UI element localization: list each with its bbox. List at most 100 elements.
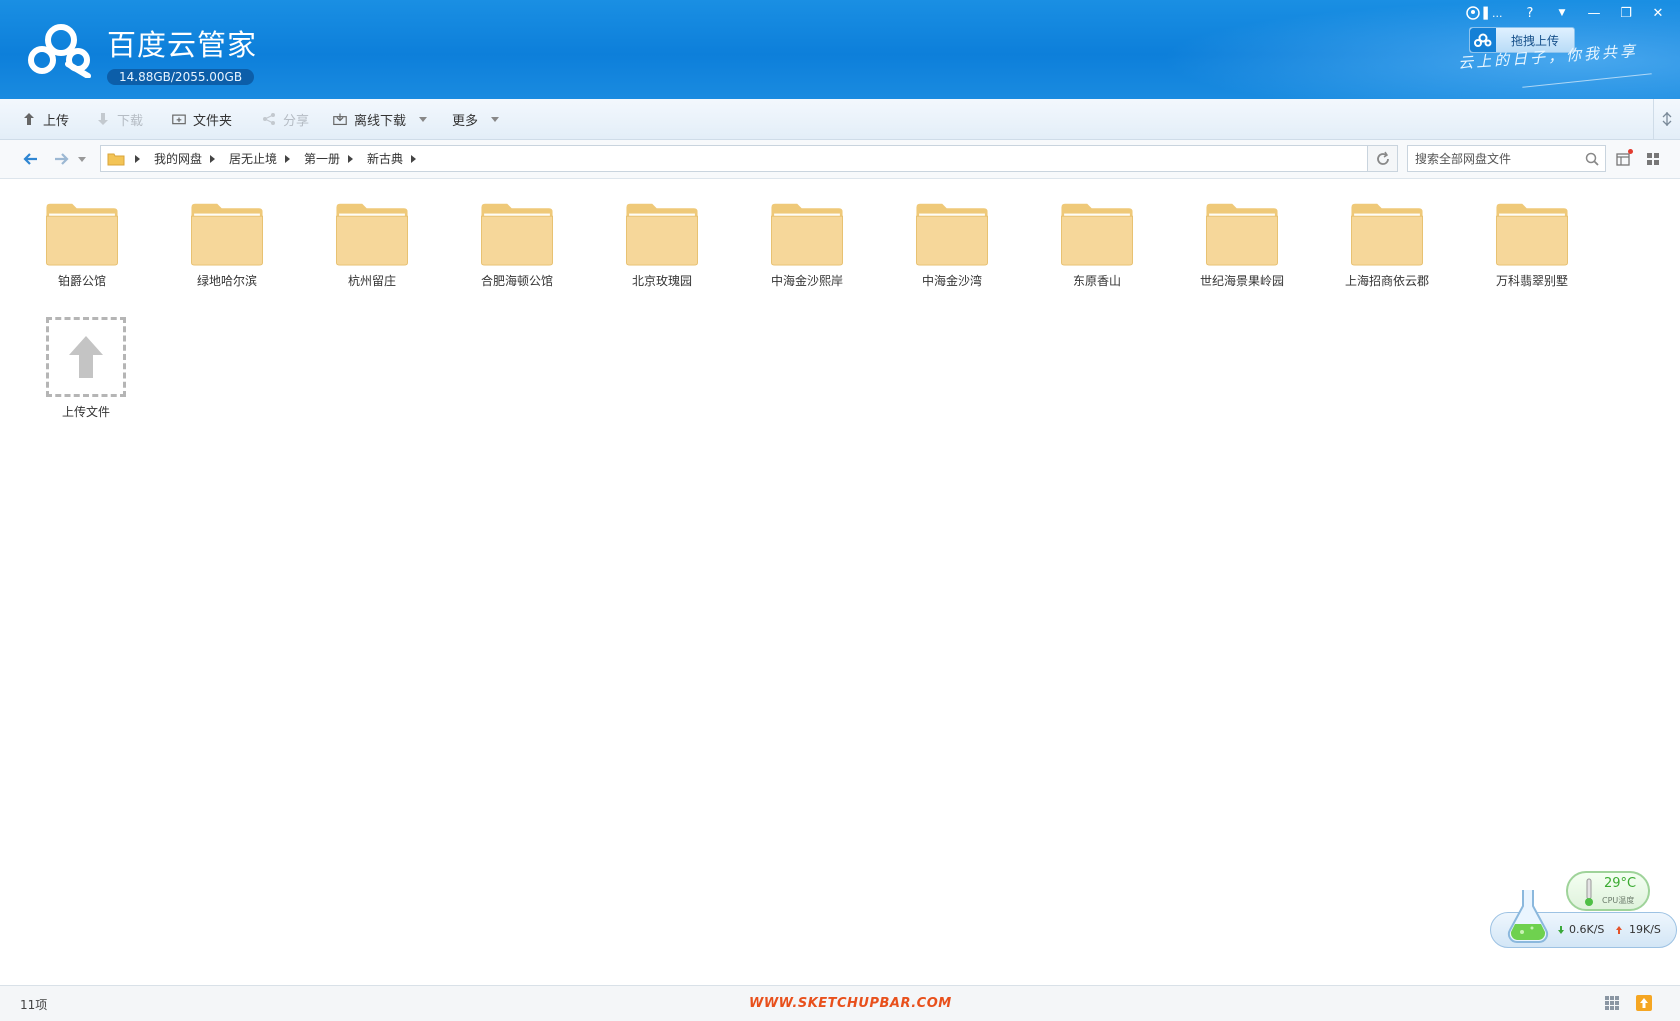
window-controls: ▌... ? ▼ — ❐ ✕ [1454,2,1674,24]
breadcrumb-item[interactable]: 新古典 [363,150,407,167]
user-menu-label: ▌... [1483,6,1503,20]
chevron-down-icon [491,116,500,122]
restore-button[interactable]: ❐ [1610,2,1642,24]
upload-file-tile[interactable]: 上传文件 [33,317,139,427]
folder-name: 东原香山 [1072,274,1121,288]
list-view-button[interactable] [1610,145,1636,172]
folder-item[interactable]: 东原香山 [1037,179,1157,289]
folder-item[interactable]: 中海金沙湾 [892,179,1012,289]
breadcrumb-item[interactable]: 第一册 [300,150,344,167]
folder-item[interactable]: 世纪海景果岭园 [1182,179,1302,289]
cpu-temperature-label: CPU温度 [1602,896,1635,905]
more-button[interactable]: 更多 [452,99,500,139]
user-menu-button[interactable]: ▌... [1454,2,1514,24]
sidebar-toggle-icon [1662,112,1672,126]
navigation-bar: 我的网盘 居无止境 第一册 新古典 [0,140,1680,179]
item-count: 11项 [20,998,48,1012]
download-button[interactable]: 下载 [96,99,143,139]
breadcrumb-item[interactable]: 居无止境 [225,150,281,167]
breadcrumb: 我的网盘 居无止境 第一册 新古典 [100,145,1368,172]
upload-button[interactable]: 上传 [22,99,69,139]
folder-name: 绿地哈尔滨 [196,274,257,288]
notification-dot [1628,149,1633,154]
folder-item[interactable]: 中海金沙熙岸 [747,179,867,289]
new-folder-button[interactable]: 文件夹 [172,99,232,139]
minimize-button[interactable]: — [1578,2,1610,24]
share-icon [262,112,276,126]
upload-drop-zone [46,317,126,397]
folder-name: 万科翡翠别墅 [1495,274,1568,288]
folder-name: 中海金沙熙岸 [770,274,843,288]
grid-view-icon [1647,152,1659,165]
settings-menu-button[interactable]: ▼ [1546,2,1578,24]
user-avatar-icon [1465,6,1480,20]
folder-icon [191,203,263,266]
folder-icon [626,203,698,266]
forward-arrow-icon [55,153,69,165]
grid-view-button[interactable] [1640,145,1666,172]
download-arrow-icon [96,112,110,126]
folder-icon [916,203,988,266]
apps-grid-button[interactable] [1602,993,1622,1013]
transfer-upload-icon [1636,995,1652,1011]
download-speed-icon [1558,926,1564,934]
upload-speed: 19K/S [1629,923,1661,936]
cloud-icon [1470,28,1496,52]
download-speed: 0.6K/S [1569,923,1605,936]
folder-item[interactable]: 万科翡翠别墅 [1472,179,1592,289]
file-area: 铂爵公馆 绿地哈尔滨 杭州留庄 合肥海顿公馆 北京玫瑰园 中海金沙熙岸 中海金沙湾 东原香山 世… [0,179,1680,985]
folder-icon [1351,203,1423,266]
folder-item[interactable]: 铂爵公馆 [22,179,142,289]
storage-quota: 14.88GB/2055.00GB [107,69,255,85]
refresh-button[interactable] [1368,145,1398,172]
refresh-icon [1376,151,1389,165]
cpu-temperature: 29°C [1604,876,1637,891]
folder-icon [1061,203,1133,266]
folder-item[interactable]: 上海招商依云郡 [1327,179,1447,289]
folder-item[interactable]: 北京玫瑰园 [602,179,722,289]
upload-arrow-icon [22,112,36,126]
breadcrumb-separator-icon [135,154,140,163]
search-icon[interactable] [1579,152,1605,166]
sidebar-toggle-button[interactable] [1653,99,1680,139]
breadcrumb-separator-icon [210,154,216,163]
folder-icon [336,203,408,266]
new-folder-icon [172,112,186,126]
share-button[interactable]: 分享 [262,99,309,139]
folder-name: 合肥海顿公馆 [480,274,553,288]
back-button[interactable] [16,140,44,178]
folder-name: 杭州留庄 [347,274,396,288]
offline-download-button[interactable]: 离线下载 [333,99,428,139]
breadcrumb-separator-icon [411,154,417,163]
accelerator-flask-icon [1507,890,1549,944]
more-label: 更多 [452,113,479,129]
breadcrumb-item[interactable]: 我的网盘 [150,150,206,167]
folder-item[interactable]: 合肥海顿公馆 [457,179,577,289]
transfer-list-button[interactable] [1634,993,1654,1013]
status-bar: 11项 WWW.SKETCHUPBAR.COM [0,985,1680,1021]
folder-icon [46,203,118,266]
app-title: 百度云管家 [107,28,258,62]
cpu-temperature-widget[interactable]: 29°C CPU温度 [1566,871,1650,911]
close-button[interactable]: ✕ [1642,2,1674,24]
history-dropdown[interactable] [74,140,90,178]
upload-label: 上传 [43,113,70,129]
search-box [1407,145,1606,172]
search-input[interactable] [1408,146,1579,171]
folder-item[interactable]: 绿地哈尔滨 [167,179,287,289]
folder-name: 中海金沙湾 [921,274,982,288]
new-folder-label: 文件夹 [193,113,233,129]
breadcrumb-separator-icon [285,154,291,163]
watermark-text: WWW.SKETCHUPBAR.COM [749,996,952,1011]
toolbar: 上传 下载 文件夹 分享 离线下载 更多 [0,99,1680,140]
folder-icon [771,203,843,266]
upload-file-label: 上传文件 [61,405,110,419]
share-label: 分享 [283,113,310,129]
forward-button[interactable] [48,140,76,178]
apps-grid-icon [1605,996,1619,1010]
title-bar: 百度云管家 14.88GB/2055.00GB ▌... ? ▼ — ❐ ✕ 拖… [0,0,1680,99]
help-button[interactable]: ? [1514,2,1546,24]
upload-arrow-icon [69,336,103,378]
folder-item[interactable]: 杭州留庄 [312,179,432,289]
folder-icon [1206,203,1278,266]
